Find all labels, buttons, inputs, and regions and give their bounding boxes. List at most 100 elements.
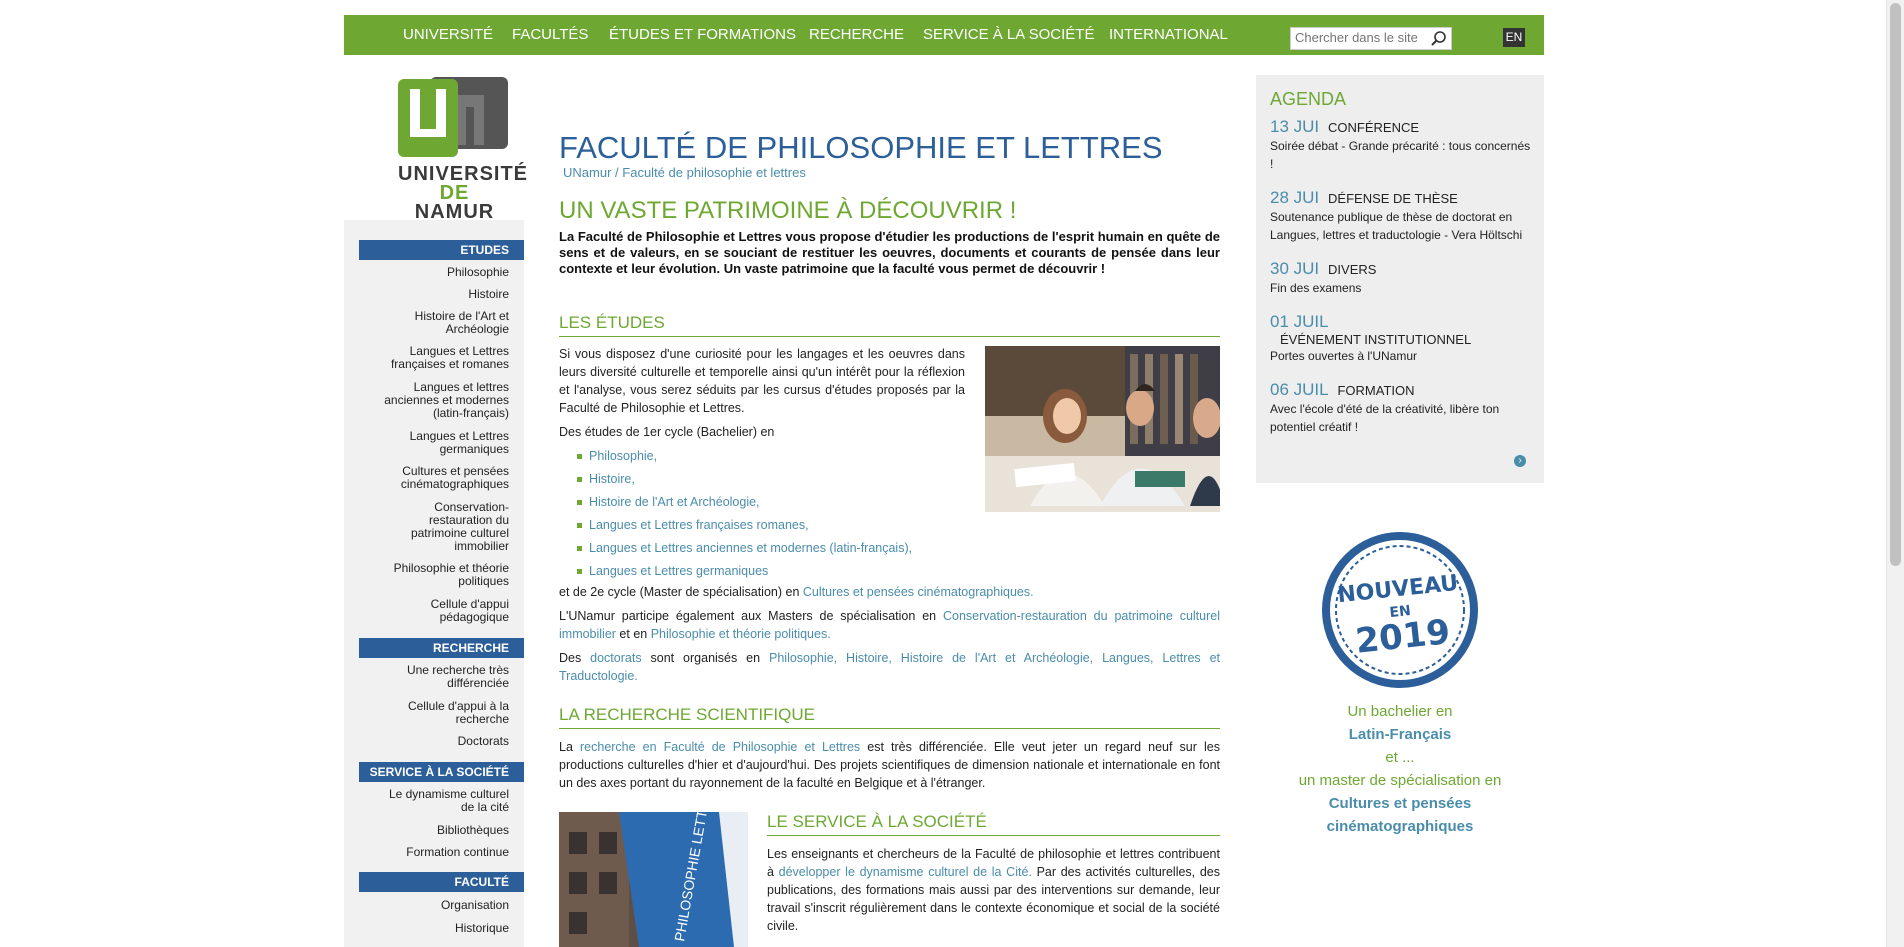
search-box <box>1290 27 1452 50</box>
agenda-event[interactable]: 28 JUI DÉFENSE DE THÈSE Soutenance publi… <box>1270 188 1532 244</box>
etudes-master-paragraph: et de 2e cycle (Master de spécialisation… <box>559 583 1220 601</box>
bachelor-link-germaniques[interactable]: Langues et Lettres germaniques <box>589 564 768 578</box>
breadcrumb-home[interactable]: UNamur <box>563 165 611 180</box>
nav-recherche[interactable]: RECHERCHE <box>809 26 904 43</box>
sidebar-item-formation-continue[interactable]: Formation continue <box>369 846 509 859</box>
promo-bachelor-name[interactable]: Latin-Français <box>1349 726 1452 743</box>
scrollbar-thumb[interactable] <box>1890 3 1901 566</box>
sidebar-item-dynamisme-culturel[interactable]: Le dynamisme culturel de la cité <box>384 788 509 814</box>
bachelor-link-histoire-art[interactable]: Histoire de l'Art et Archéologie, <box>589 495 760 509</box>
agenda-event[interactable]: 13 JUI CONFÉRENCE Soirée débat - Grande … <box>1270 117 1532 173</box>
event-description[interactable]: Soirée débat - Grande précarité : tous c… <box>1270 137 1532 173</box>
sidebar-item-philo-politique[interactable]: Philosophie et théorie politiques <box>379 562 509 588</box>
university-logo[interactable]: UNIVERSITÉ DE NAMUR <box>398 77 527 222</box>
event-date: 01 JUIL <box>1270 312 1329 331</box>
event-description[interactable]: Fin des examens <box>1270 279 1532 297</box>
text-fragment: sont organisés en <box>641 651 770 665</box>
chevron-right-icon[interactable]: › <box>1514 455 1526 467</box>
un-logo-icon <box>398 77 508 157</box>
sidebar-item-histoire[interactable]: Histoire <box>369 288 509 301</box>
doctorats-link[interactable]: doctorats <box>590 651 641 665</box>
promo-master-name[interactable]: Cultures et pensées cinématographiques <box>1327 795 1474 835</box>
sidebar-item-appui-pedagogique[interactable]: Cellule d'appui pédagogique <box>409 598 509 624</box>
sidebar-item-doctorats[interactable]: Doctorats <box>369 735 509 748</box>
sidebar-item-recherche-differenciee[interactable]: Une recherche très différenciée <box>389 664 509 690</box>
logo-wordmark: UNIVERSITÉ DE NAMUR <box>398 164 527 222</box>
event-date: 13 JUI <box>1270 117 1320 136</box>
promo-line: Un bachelier en <box>1347 703 1453 720</box>
dynamisme-culturel-link[interactable]: développer le dynamisme culturel de la C… <box>779 865 1032 879</box>
bachelor-link-histoire[interactable]: Histoire, <box>589 472 635 486</box>
event-category: FORMATION <box>1337 383 1415 398</box>
sidebar-header-service[interactable]: SERVICE À LA SOCIÉTÉ <box>359 762 524 782</box>
event-description[interactable]: Portes ouvertes à l'UNamur <box>1270 347 1532 365</box>
sidebar-header-recherche[interactable]: RECHERCHE <box>359 638 524 658</box>
sidebar-item-lettres-germaniques[interactable]: Langues et Lettres germaniques <box>399 430 509 456</box>
etudes-paragraph: Si vous disposez d'une curiosité pour le… <box>559 347 965 415</box>
etudes-bachelor-intro: Des études de 1er cycle (Bachelier) en <box>559 425 775 439</box>
search-input[interactable] <box>1291 28 1431 47</box>
list-item: Histoire de l'Art et Archéologie, <box>577 493 912 516</box>
master-link-philo-politique[interactable]: Philosophie et théorie politiques. <box>651 627 831 641</box>
page-scrollbar[interactable] <box>1886 0 1904 947</box>
agenda-event[interactable]: 06 JUIL FORMATION Avec l'école d'été de … <box>1270 380 1532 436</box>
sidebar-header-faculte[interactable]: FACULTÉ <box>359 872 524 892</box>
text-fragment: Des <box>559 651 591 665</box>
text-fragment: L'UNamur participe également aux Masters… <box>559 609 943 623</box>
sidebar-item-conservation[interactable]: Conservation-restauration du patrimoine … <box>399 501 509 553</box>
sidebar-item-cultures-cinema[interactable]: Cultures et pensées cinématographiques <box>389 465 509 491</box>
bachelor-link-anciennes[interactable]: Langues et Lettres anciennes et modernes… <box>589 541 912 555</box>
sidebar-item-historique[interactable]: Historique <box>369 922 509 935</box>
master-link-cinema[interactable]: Cultures et pensées cinématographiques. <box>803 585 1034 599</box>
list-item: Philosophie, <box>577 447 912 470</box>
sidebar-item-histoire-art[interactable]: Histoire de l'Art et Archéologie <box>399 310 509 336</box>
section-title-recherche: LA RECHERCHE SCIENTIFIQUE <box>559 705 1220 729</box>
event-description[interactable]: Avec l'école d'été de la créativité, lib… <box>1270 400 1532 436</box>
sidebar-item-appui-recherche[interactable]: Cellule d'appui à la recherche <box>389 700 509 726</box>
nouveau-2019-stamp[interactable]: NOUVEAU EN 2019 <box>1320 530 1478 692</box>
bullet-icon <box>577 569 582 575</box>
recherche-link[interactable]: recherche en Faculté de Philosophie et L… <box>580 740 860 754</box>
bullet-icon <box>577 546 582 552</box>
promo-line: et ... <box>1385 749 1415 766</box>
lead-title: UN VASTE PATRIMOINE À DÉCOUVRIR ! <box>559 197 1017 224</box>
list-item: Langues et Lettres germaniques <box>577 562 912 585</box>
nav-service-societe[interactable]: SERVICE À LA SOCIÉTÉ <box>923 26 1094 43</box>
event-description[interactable]: Soutenance publique de thèse de doctorat… <box>1270 208 1532 244</box>
bullet-icon <box>577 500 582 506</box>
sidebar-item-bibliotheques[interactable]: Bibliothèques <box>369 824 509 837</box>
bachelor-list: Philosophie, Histoire, Histoire de l'Art… <box>577 447 912 585</box>
nav-international[interactable]: INTERNATIONAL <box>1109 26 1228 43</box>
language-switch-button[interactable]: EN <box>1503 28 1525 47</box>
list-item: Langues et Lettres françaises romanes, <box>577 516 912 539</box>
nav-universite[interactable]: UNIVERSITÉ <box>403 26 493 43</box>
event-category: ÉVÉNEMENT INSTITUTIONNEL <box>1280 332 1472 347</box>
sidebar-item-lettres-romanes[interactable]: Langues et Lettres françaises et romanes <box>379 345 509 371</box>
bullet-icon <box>577 523 582 529</box>
breadcrumb: UNamur / Faculté de philosophie et lettr… <box>563 165 806 180</box>
agenda-event[interactable]: 30 JUI DIVERS Fin des examens <box>1270 259 1532 297</box>
event-date: 28 JUI <box>1270 188 1320 207</box>
recherche-paragraph: La recherche en Faculté de Philosophie e… <box>559 738 1220 792</box>
logo-line-2: DE NAMUR <box>398 183 511 222</box>
breadcrumb-current[interactable]: Faculté de philosophie et lettres <box>622 165 806 180</box>
promo-text[interactable]: Un bachelier en Latin-Français et ... un… <box>1256 700 1544 838</box>
event-category: DÉFENSE DE THÈSE <box>1328 191 1458 206</box>
bachelor-link-philosophie[interactable]: Philosophie, <box>589 449 657 463</box>
students-photo <box>985 346 1220 512</box>
promo-line: un master de spécialisation en <box>1298 772 1502 789</box>
sidebar-header-etudes[interactable]: ETUDES <box>359 240 524 260</box>
search-icon[interactable] <box>1430 30 1447 47</box>
sidebar-item-philosophie[interactable]: Philosophie <box>369 266 509 279</box>
sidebar-item-organisation[interactable]: Organisation <box>369 899 509 912</box>
agenda-event[interactable]: 01 JUIL ÉVÉNEMENT INSTITUTIONNEL Portes … <box>1270 312 1532 365</box>
bachelor-link-romanes[interactable]: Langues et Lettres françaises romanes, <box>589 518 809 532</box>
nav-facultes[interactable]: FACULTÉS <box>512 26 588 43</box>
agenda-title: AGENDA <box>1270 89 1347 109</box>
nav-etudes-formations[interactable]: ÉTUDES ET FORMATIONS <box>609 26 796 43</box>
page-title: FACULTÉ DE PHILOSOPHIE ET LETTRES <box>559 130 1163 165</box>
event-date: 30 JUI <box>1270 259 1320 278</box>
sidebar: ETUDES Philosophie Histoire Histoire de … <box>344 220 524 947</box>
sidebar-item-lettres-anciennes[interactable]: Langues et lettres anciennes et modernes… <box>379 381 509 420</box>
section-title-service: LE SERVICE À LA SOCIÉTÉ <box>767 812 1220 836</box>
